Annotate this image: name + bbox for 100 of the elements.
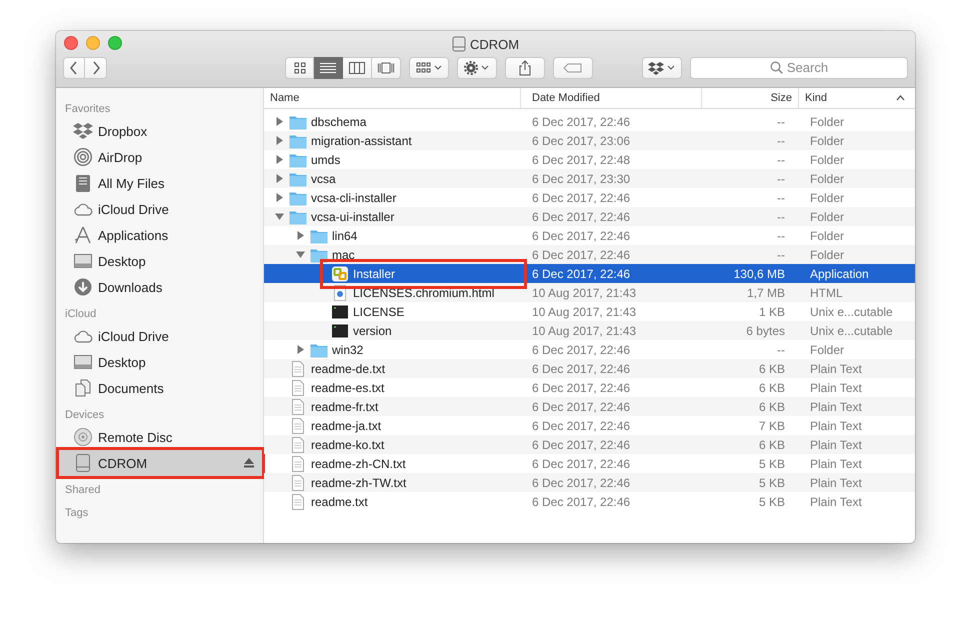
action-button[interactable]	[457, 56, 497, 78]
sidebar-item[interactable]: AirDrop	[56, 144, 263, 170]
terminal-icon	[331, 304, 349, 320]
docs-icon	[73, 378, 93, 398]
date-cell: 6 Dec 2017, 22:46	[532, 114, 630, 128]
arrange-button[interactable]	[409, 56, 449, 78]
sidebar-item[interactable]: Remote Disc	[56, 424, 263, 450]
column-header[interactable]: Date Modified	[521, 88, 702, 108]
folder-icon	[289, 132, 307, 148]
tag-button[interactable]	[553, 56, 593, 78]
sidebar-item[interactable]: Dropbox	[56, 118, 263, 144]
kind-cell: Plain Text	[810, 400, 862, 414]
file-row[interactable]: Installer 6 Dec 2017, 22:46 130,6 MB Application	[264, 264, 915, 283]
drive-icon	[452, 36, 466, 52]
size-cell: 1 KB	[758, 304, 785, 318]
share-button[interactable]	[505, 56, 545, 78]
kind-cell: Folder	[810, 172, 844, 186]
kind-cell: Folder	[810, 134, 844, 148]
column-header[interactable]: Kind	[799, 88, 915, 108]
downloads-icon	[73, 277, 93, 297]
file-row[interactable]: vcsa-cli-installer 6 Dec 2017, 22:46 -- Folder	[264, 188, 915, 207]
file-row[interactable]: readme-ko.txt 6 Dec 2017, 22:46 6 KB Plain Text	[264, 435, 915, 454]
sidebar-item[interactable]: CDROM	[56, 450, 263, 476]
size-cell: --	[777, 190, 785, 204]
columns-view-button[interactable]	[343, 56, 372, 78]
eject-icon[interactable]	[244, 458, 254, 468]
file-row[interactable]: readme.txt 6 Dec 2017, 22:46 5 KB Plain Text	[264, 492, 915, 511]
size-cell: --	[777, 152, 785, 166]
date-cell: 10 Aug 2017, 21:43	[532, 286, 636, 300]
column-header[interactable]: Size	[702, 88, 799, 108]
file-row[interactable]: version 10 Aug 2017, 21:43 6 bytes Unix e...cutable	[264, 321, 915, 340]
icons-view-button[interactable]	[285, 56, 314, 78]
file-row[interactable]: LICENSES.chromium.html 10 Aug 2017, 21:43 1,7 MB HTML	[264, 283, 915, 302]
sidebar-item[interactable]: Desktop	[56, 248, 263, 274]
sidebar-item[interactable]: Downloads	[56, 274, 263, 300]
file-row[interactable]: migration-assistant 6 Dec 2017, 23:06 -- Folder	[264, 131, 915, 150]
file-row[interactable]: mac 6 Dec 2017, 22:46 -- Folder	[264, 245, 915, 264]
forward-button[interactable]	[85, 56, 107, 78]
kind-cell: Unix e...cutable	[810, 324, 893, 338]
file-row[interactable]: readme-fr.txt 6 Dec 2017, 22:46 6 KB Plain Text	[264, 397, 915, 416]
document-icon	[289, 360, 307, 376]
file-row[interactable]: umds 6 Dec 2017, 22:48 -- Folder	[264, 150, 915, 169]
file-row[interactable]: vcsa 6 Dec 2017, 23:30 -- Folder	[264, 169, 915, 188]
document-icon	[289, 380, 307, 396]
file-name: readme-de.txt	[311, 362, 386, 376]
expand-icon[interactable]	[275, 193, 284, 202]
expand-icon[interactable]	[275, 155, 284, 164]
sidebar-item[interactable]: Applications	[56, 222, 263, 248]
kind-cell: Folder	[810, 114, 844, 128]
window-title: CDROM	[470, 36, 520, 52]
expand-icon[interactable]	[275, 136, 284, 145]
document-icon	[289, 474, 307, 490]
date-cell: 6 Dec 2017, 22:46	[532, 400, 630, 414]
desktop-icon	[73, 251, 93, 271]
close-button[interactable]	[64, 36, 78, 50]
file-row[interactable]: LICENSE 10 Aug 2017, 21:43 1 KB Unix e...cutable	[264, 302, 915, 321]
date-cell: 6 Dec 2017, 22:46	[532, 342, 630, 356]
list-view-button[interactable]	[314, 56, 343, 78]
kind-cell: Plain Text	[810, 362, 862, 376]
date-cell: 6 Dec 2017, 22:46	[532, 266, 630, 280]
expand-icon[interactable]	[296, 345, 305, 354]
column-header[interactable]: Name	[264, 88, 521, 108]
kind-cell: Folder	[810, 190, 844, 204]
document-icon	[289, 456, 307, 472]
sidebar-item[interactable]: Documents	[56, 375, 263, 401]
coverflow-view-button[interactable]	[372, 56, 401, 78]
collapse-icon[interactable]	[275, 212, 284, 221]
file-name: readme-es.txt	[311, 380, 384, 394]
sidebar-item[interactable]: iCloud Drive	[56, 196, 263, 222]
file-name: readme-zh-TW.txt	[311, 476, 406, 490]
app-icon	[331, 266, 349, 282]
file-name: version	[353, 324, 392, 338]
file-row[interactable]: readme-ja.txt 6 Dec 2017, 22:46 7 KB Plain Text	[264, 416, 915, 435]
airdrop-icon	[73, 147, 93, 167]
file-row[interactable]: readme-zh-CN.txt 6 Dec 2017, 22:46 5 KB Plain Text	[264, 454, 915, 473]
sidebar-item[interactable]: All My Files	[56, 170, 263, 196]
folder-icon	[310, 246, 328, 262]
sidebar-item[interactable]: iCloud Drive	[56, 323, 263, 349]
file-name: vcsa	[311, 172, 336, 186]
file-row[interactable]: readme-es.txt 6 Dec 2017, 22:46 6 KB Plain Text	[264, 378, 915, 397]
expand-icon[interactable]	[275, 117, 284, 126]
file-row[interactable]: vcsa-ui-installer 6 Dec 2017, 22:46 -- Folder	[264, 207, 915, 226]
zoom-button[interactable]	[108, 36, 122, 50]
collapse-icon[interactable]	[296, 250, 305, 259]
back-button[interactable]	[63, 56, 85, 78]
file-name: readme-ja.txt	[311, 418, 382, 432]
file-row[interactable]: readme-zh-TW.txt 6 Dec 2017, 22:46 5 KB Plain Text	[264, 473, 915, 492]
chevron-right-icon	[90, 60, 100, 74]
sidebar-heading: Favorites	[64, 102, 112, 117]
kind-cell: Plain Text	[810, 476, 862, 490]
dropbox-button[interactable]	[642, 56, 682, 78]
sidebar-item[interactable]: Desktop	[56, 349, 263, 375]
expand-icon[interactable]	[275, 174, 284, 183]
file-row[interactable]: win32 6 Dec 2017, 22:46 -- Folder	[264, 340, 915, 359]
expand-icon[interactable]	[296, 231, 305, 240]
date-cell: 6 Dec 2017, 23:06	[532, 134, 630, 148]
file-row[interactable]: dbschema 6 Dec 2017, 22:46 -- Folder	[264, 112, 915, 131]
file-name: win32	[332, 342, 364, 356]
file-row[interactable]: readme-de.txt 6 Dec 2017, 22:46 6 KB Plain Text	[264, 359, 915, 378]
file-row[interactable]: lin64 6 Dec 2017, 22:46 -- Folder	[264, 226, 915, 245]
